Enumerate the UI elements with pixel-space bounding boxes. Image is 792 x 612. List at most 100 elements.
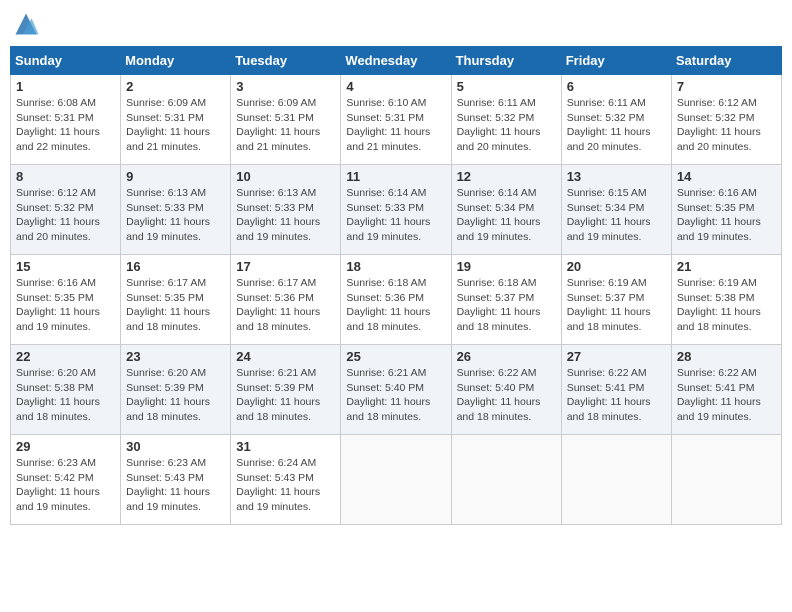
day-number: 9 — [126, 169, 225, 184]
day-info: Sunrise: 6:12 AM Sunset: 5:32 PM Dayligh… — [16, 186, 115, 245]
day-number: 12 — [457, 169, 556, 184]
calendar-cell — [561, 435, 671, 525]
calendar-cell: 11 Sunrise: 6:14 AM Sunset: 5:33 PM Dayl… — [341, 165, 451, 255]
page-header — [10, 10, 782, 38]
day-number: 29 — [16, 439, 115, 454]
day-info: Sunrise: 6:19 AM Sunset: 5:37 PM Dayligh… — [567, 276, 666, 335]
day-info: Sunrise: 6:18 AM Sunset: 5:37 PM Dayligh… — [457, 276, 556, 335]
day-info: Sunrise: 6:23 AM Sunset: 5:43 PM Dayligh… — [126, 456, 225, 515]
day-number: 20 — [567, 259, 666, 274]
day-info: Sunrise: 6:20 AM Sunset: 5:38 PM Dayligh… — [16, 366, 115, 425]
calendar-cell: 27 Sunrise: 6:22 AM Sunset: 5:41 PM Dayl… — [561, 345, 671, 435]
day-info: Sunrise: 6:17 AM Sunset: 5:36 PM Dayligh… — [236, 276, 335, 335]
calendar-cell — [451, 435, 561, 525]
day-info: Sunrise: 6:16 AM Sunset: 5:35 PM Dayligh… — [16, 276, 115, 335]
calendar-cell — [671, 435, 781, 525]
calendar-cell: 2 Sunrise: 6:09 AM Sunset: 5:31 PM Dayli… — [121, 75, 231, 165]
day-of-week-header: Saturday — [671, 47, 781, 75]
day-number: 8 — [16, 169, 115, 184]
calendar-cell: 26 Sunrise: 6:22 AM Sunset: 5:40 PM Dayl… — [451, 345, 561, 435]
calendar-week-row: 22 Sunrise: 6:20 AM Sunset: 5:38 PM Dayl… — [11, 345, 782, 435]
day-of-week-header: Friday — [561, 47, 671, 75]
day-info: Sunrise: 6:21 AM Sunset: 5:39 PM Dayligh… — [236, 366, 335, 425]
day-number: 30 — [126, 439, 225, 454]
day-info: Sunrise: 6:14 AM Sunset: 5:34 PM Dayligh… — [457, 186, 556, 245]
day-number: 5 — [457, 79, 556, 94]
calendar-week-row: 1 Sunrise: 6:08 AM Sunset: 5:31 PM Dayli… — [11, 75, 782, 165]
day-info: Sunrise: 6:16 AM Sunset: 5:35 PM Dayligh… — [677, 186, 776, 245]
day-info: Sunrise: 6:22 AM Sunset: 5:40 PM Dayligh… — [457, 366, 556, 425]
day-info: Sunrise: 6:11 AM Sunset: 5:32 PM Dayligh… — [567, 96, 666, 155]
calendar-cell: 7 Sunrise: 6:12 AM Sunset: 5:32 PM Dayli… — [671, 75, 781, 165]
calendar-cell: 21 Sunrise: 6:19 AM Sunset: 5:38 PM Dayl… — [671, 255, 781, 345]
day-info: Sunrise: 6:12 AM Sunset: 5:32 PM Dayligh… — [677, 96, 776, 155]
day-of-week-header: Sunday — [11, 47, 121, 75]
calendar-cell: 3 Sunrise: 6:09 AM Sunset: 5:31 PM Dayli… — [231, 75, 341, 165]
day-number: 17 — [236, 259, 335, 274]
calendar-table: SundayMondayTuesdayWednesdayThursdayFrid… — [10, 46, 782, 525]
calendar-cell: 31 Sunrise: 6:24 AM Sunset: 5:43 PM Dayl… — [231, 435, 341, 525]
day-info: Sunrise: 6:22 AM Sunset: 5:41 PM Dayligh… — [567, 366, 666, 425]
calendar-cell: 4 Sunrise: 6:10 AM Sunset: 5:31 PM Dayli… — [341, 75, 451, 165]
calendar-cell: 16 Sunrise: 6:17 AM Sunset: 5:35 PM Dayl… — [121, 255, 231, 345]
day-number: 27 — [567, 349, 666, 364]
day-info: Sunrise: 6:23 AM Sunset: 5:42 PM Dayligh… — [16, 456, 115, 515]
calendar-cell: 23 Sunrise: 6:20 AM Sunset: 5:39 PM Dayl… — [121, 345, 231, 435]
day-number: 21 — [677, 259, 776, 274]
calendar-cell: 20 Sunrise: 6:19 AM Sunset: 5:37 PM Dayl… — [561, 255, 671, 345]
calendar-cell: 9 Sunrise: 6:13 AM Sunset: 5:33 PM Dayli… — [121, 165, 231, 255]
day-info: Sunrise: 6:19 AM Sunset: 5:38 PM Dayligh… — [677, 276, 776, 335]
day-number: 14 — [677, 169, 776, 184]
day-info: Sunrise: 6:20 AM Sunset: 5:39 PM Dayligh… — [126, 366, 225, 425]
day-info: Sunrise: 6:10 AM Sunset: 5:31 PM Dayligh… — [346, 96, 445, 155]
day-number: 26 — [457, 349, 556, 364]
day-number: 19 — [457, 259, 556, 274]
day-info: Sunrise: 6:21 AM Sunset: 5:40 PM Dayligh… — [346, 366, 445, 425]
day-number: 25 — [346, 349, 445, 364]
calendar-cell: 14 Sunrise: 6:16 AM Sunset: 5:35 PM Dayl… — [671, 165, 781, 255]
day-number: 6 — [567, 79, 666, 94]
calendar-cell: 25 Sunrise: 6:21 AM Sunset: 5:40 PM Dayl… — [341, 345, 451, 435]
calendar-cell: 30 Sunrise: 6:23 AM Sunset: 5:43 PM Dayl… — [121, 435, 231, 525]
calendar-cell: 10 Sunrise: 6:13 AM Sunset: 5:33 PM Dayl… — [231, 165, 341, 255]
day-of-week-header: Thursday — [451, 47, 561, 75]
day-number: 16 — [126, 259, 225, 274]
day-number: 18 — [346, 259, 445, 274]
day-info: Sunrise: 6:22 AM Sunset: 5:41 PM Dayligh… — [677, 366, 776, 425]
day-info: Sunrise: 6:24 AM Sunset: 5:43 PM Dayligh… — [236, 456, 335, 515]
calendar-cell: 19 Sunrise: 6:18 AM Sunset: 5:37 PM Dayl… — [451, 255, 561, 345]
day-info: Sunrise: 6:18 AM Sunset: 5:36 PM Dayligh… — [346, 276, 445, 335]
calendar-week-row: 8 Sunrise: 6:12 AM Sunset: 5:32 PM Dayli… — [11, 165, 782, 255]
day-info: Sunrise: 6:09 AM Sunset: 5:31 PM Dayligh… — [236, 96, 335, 155]
calendar-cell: 6 Sunrise: 6:11 AM Sunset: 5:32 PM Dayli… — [561, 75, 671, 165]
logo-icon — [12, 10, 40, 38]
day-number: 15 — [16, 259, 115, 274]
day-number: 23 — [126, 349, 225, 364]
day-number: 10 — [236, 169, 335, 184]
calendar-week-row: 29 Sunrise: 6:23 AM Sunset: 5:42 PM Dayl… — [11, 435, 782, 525]
calendar-cell: 13 Sunrise: 6:15 AM Sunset: 5:34 PM Dayl… — [561, 165, 671, 255]
day-number: 4 — [346, 79, 445, 94]
day-number: 24 — [236, 349, 335, 364]
calendar-cell: 5 Sunrise: 6:11 AM Sunset: 5:32 PM Dayli… — [451, 75, 561, 165]
day-number: 1 — [16, 79, 115, 94]
day-of-week-header: Wednesday — [341, 47, 451, 75]
day-info: Sunrise: 6:08 AM Sunset: 5:31 PM Dayligh… — [16, 96, 115, 155]
calendar-cell: 24 Sunrise: 6:21 AM Sunset: 5:39 PM Dayl… — [231, 345, 341, 435]
day-info: Sunrise: 6:11 AM Sunset: 5:32 PM Dayligh… — [457, 96, 556, 155]
day-info: Sunrise: 6:17 AM Sunset: 5:35 PM Dayligh… — [126, 276, 225, 335]
day-number: 2 — [126, 79, 225, 94]
day-number: 31 — [236, 439, 335, 454]
day-info: Sunrise: 6:09 AM Sunset: 5:31 PM Dayligh… — [126, 96, 225, 155]
calendar-header-row: SundayMondayTuesdayWednesdayThursdayFrid… — [11, 47, 782, 75]
day-number: 28 — [677, 349, 776, 364]
calendar-cell: 12 Sunrise: 6:14 AM Sunset: 5:34 PM Dayl… — [451, 165, 561, 255]
calendar-cell: 18 Sunrise: 6:18 AM Sunset: 5:36 PM Dayl… — [341, 255, 451, 345]
calendar-cell: 1 Sunrise: 6:08 AM Sunset: 5:31 PM Dayli… — [11, 75, 121, 165]
day-info: Sunrise: 6:15 AM Sunset: 5:34 PM Dayligh… — [567, 186, 666, 245]
day-of-week-header: Tuesday — [231, 47, 341, 75]
day-of-week-header: Monday — [121, 47, 231, 75]
calendar-cell — [341, 435, 451, 525]
day-number: 3 — [236, 79, 335, 94]
calendar-cell: 17 Sunrise: 6:17 AM Sunset: 5:36 PM Dayl… — [231, 255, 341, 345]
